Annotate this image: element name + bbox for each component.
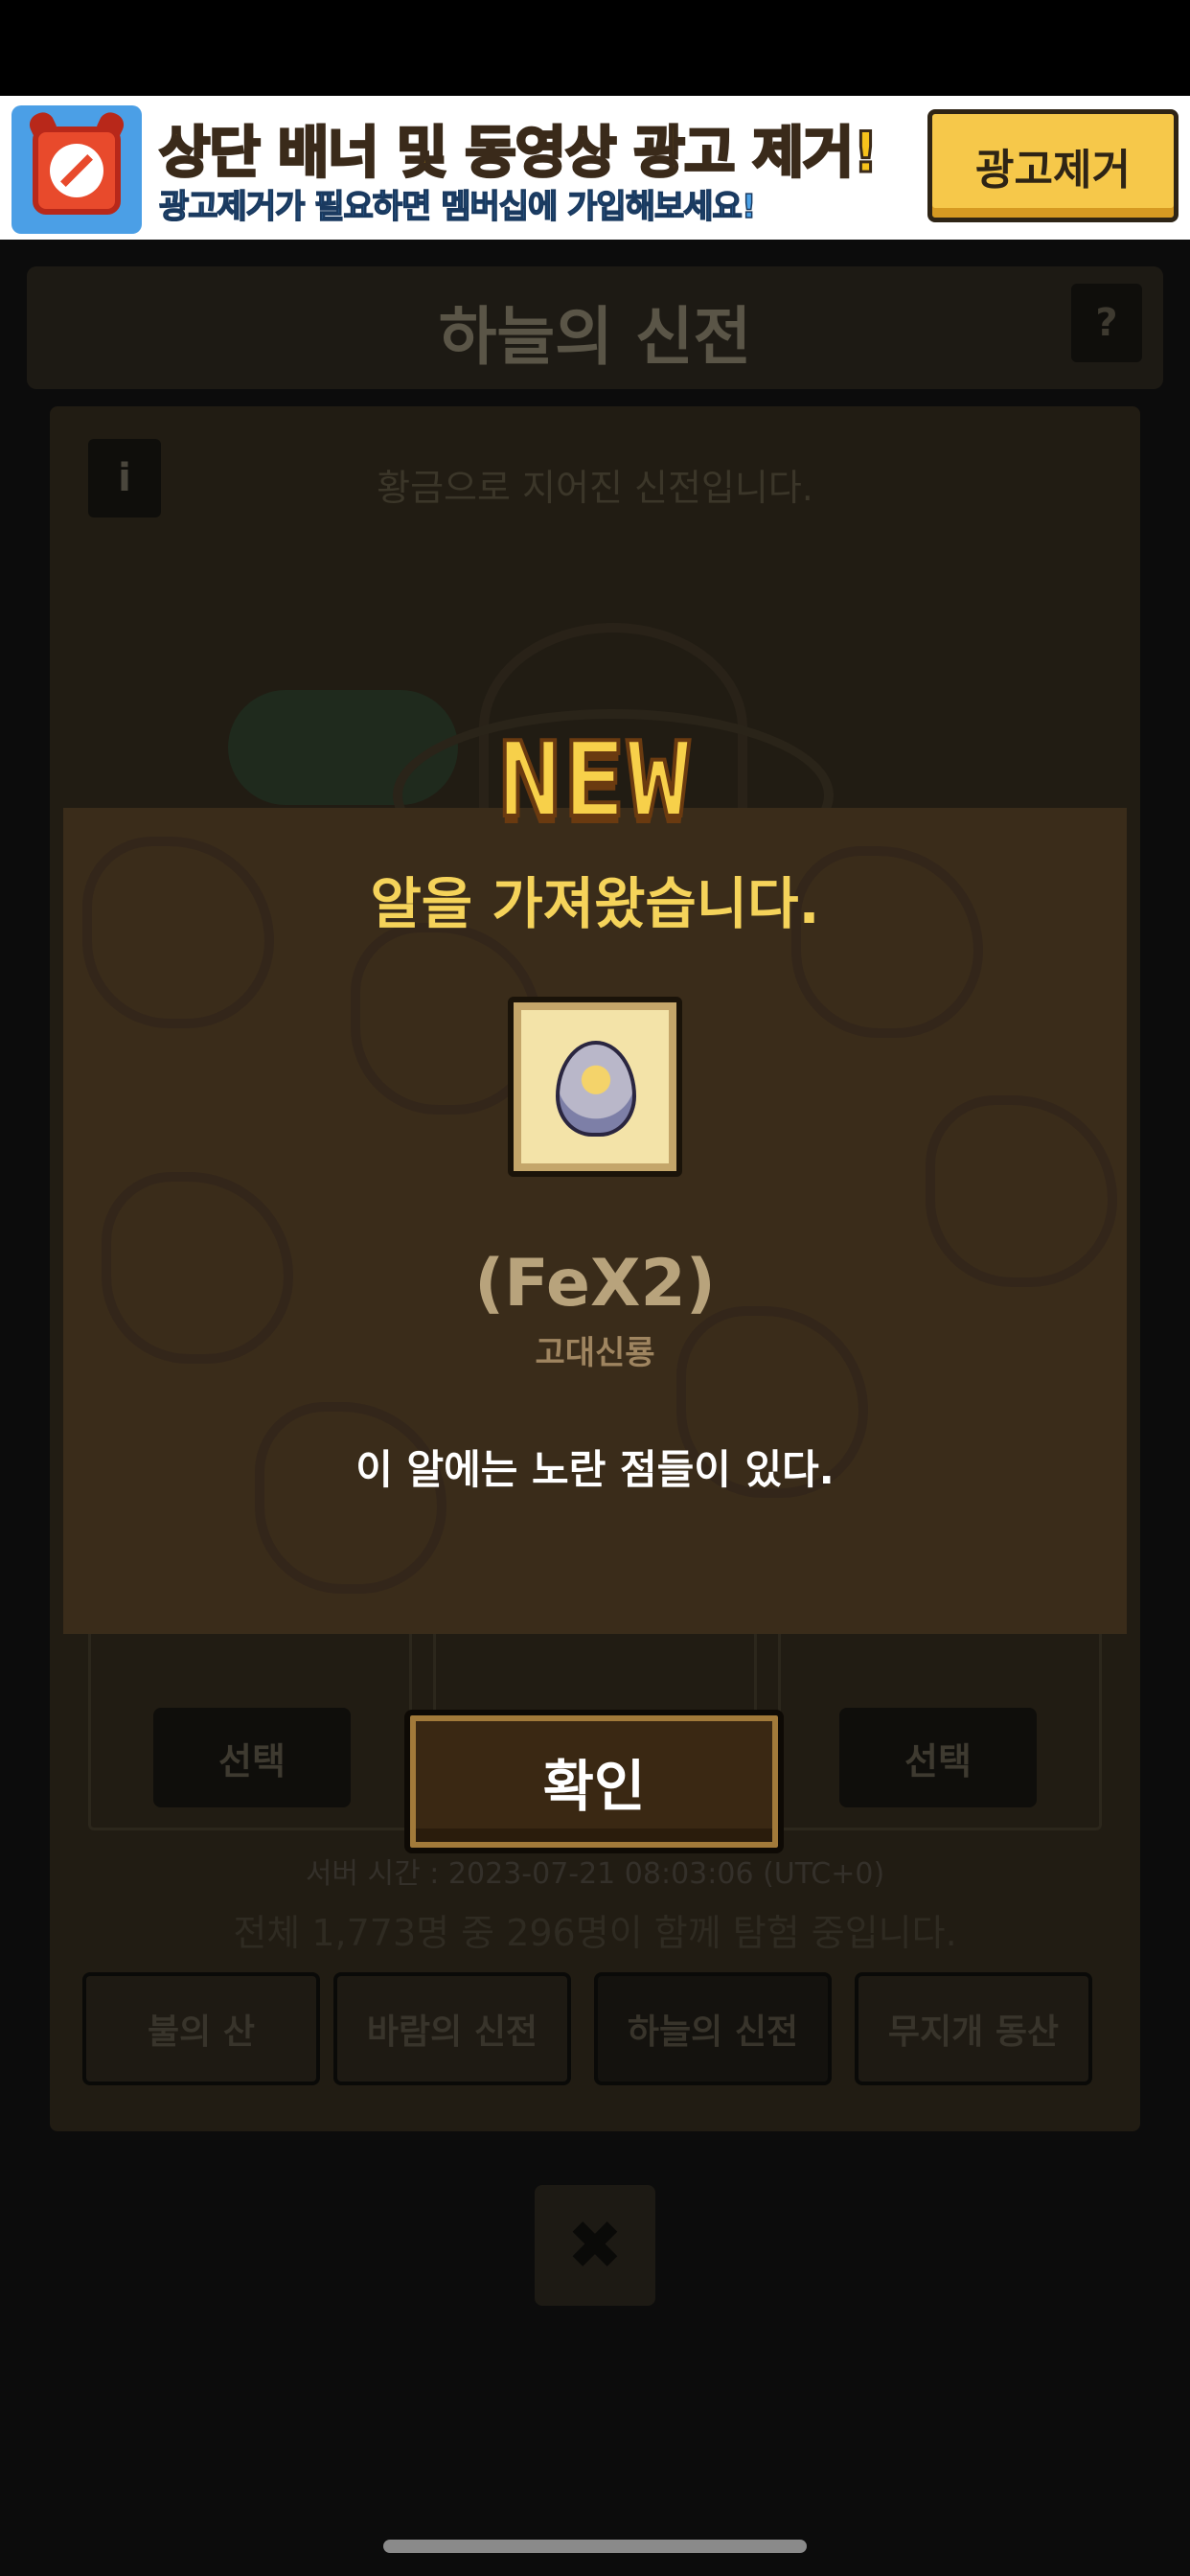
egg-type: 고대신룡: [535, 1334, 655, 1372]
egg-description: 이 알에는 노란 점들이 있다.: [355, 1446, 835, 1493]
select-button[interactable]: 선택: [839, 1708, 1037, 1807]
server-time: 서버 시간 : 2023-07-21 08:03:06 (UTC+0): [305, 1857, 885, 1891]
egg-name: (FeX2): [474, 1246, 716, 1322]
egg-icon: [556, 1041, 636, 1137]
close-button[interactable]: ✖: [535, 2185, 655, 2306]
explorer-count: 전체 1,773명 중 296명이 함께 탐험 중입니다.: [233, 1912, 957, 1954]
tab-wind-temple[interactable]: 바람의 신전: [333, 1972, 571, 2085]
ad-title: 상단 배너 및 동영상 광고 제거!: [158, 119, 881, 187]
tab-rainbow-hill[interactable]: 무지개 동산: [855, 1972, 1092, 2085]
close-icon: ✖: [566, 2206, 624, 2285]
page-title: 하늘의 신전: [438, 300, 752, 374]
ad-subtitle: 광고제거가 필요하면 멤버십에 가입해보세요!: [158, 187, 757, 227]
ad-banner[interactable]: 상단 배너 및 동영상 광고 제거! 광고제거가 필요하면 멤버십에 가입해보세…: [0, 96, 1190, 240]
modal-title: 알을 가져왔습니다.: [370, 871, 820, 936]
remove-ads-button[interactable]: 광고제거: [927, 109, 1179, 222]
temple-description: 황금으로 지어진 신전입니다.: [377, 467, 813, 509]
select-button[interactable]: 선택: [153, 1708, 351, 1807]
no-ads-clock-icon: [11, 105, 142, 234]
egg-frame: [508, 997, 682, 1177]
status-bar: [0, 0, 1190, 96]
help-button[interactable]: ?: [1071, 284, 1142, 362]
new-badge: NEW: [496, 719, 692, 842]
confirm-button[interactable]: 확인: [404, 1710, 784, 1853]
tab-fire-mountain[interactable]: 불의 산: [82, 1972, 320, 2085]
home-indicator: [383, 2540, 807, 2553]
tab-sky-temple[interactable]: 하늘의 신전: [594, 1972, 832, 2085]
